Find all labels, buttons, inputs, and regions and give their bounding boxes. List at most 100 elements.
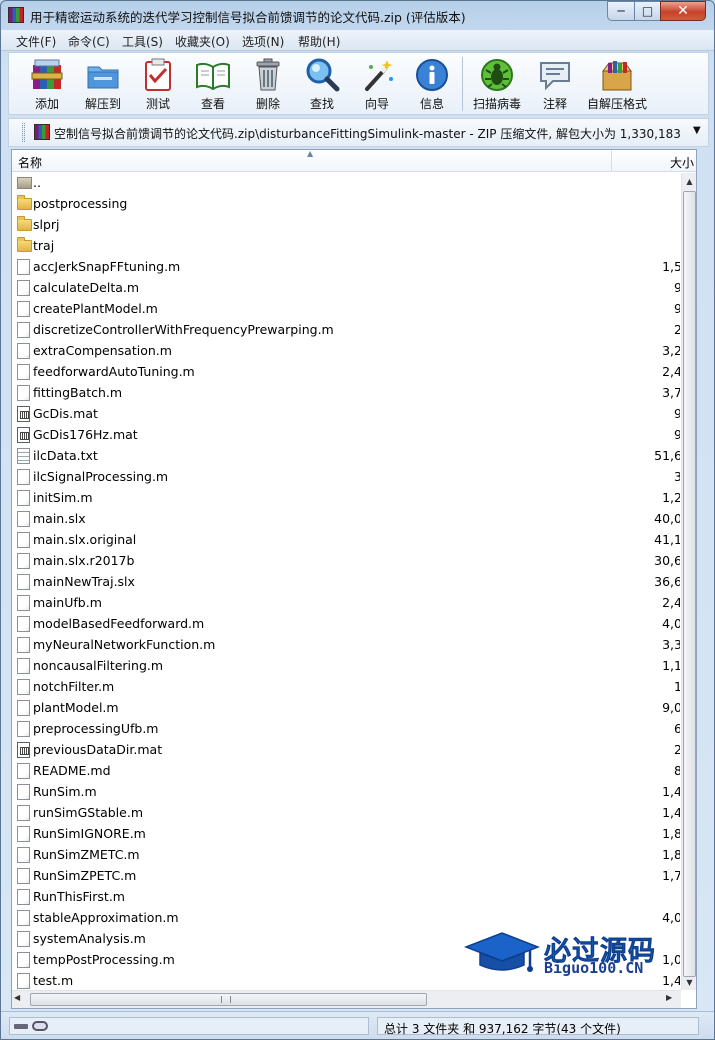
file-row[interactable]: modelBasedFeedforward.m 4,0 [12, 614, 680, 635]
file-row[interactable]: RunSimZMETC.m 1,8 [12, 845, 680, 866]
view-button[interactable]: 查看 [186, 53, 240, 115]
address-bar-grip[interactable] [22, 123, 25, 142]
file-row[interactable]: main.slx.original 41,1 [12, 530, 680, 551]
file-row[interactable]: mainNewTraj.slx 36,6 [12, 572, 680, 593]
file-icon [17, 322, 30, 338]
size-column-header[interactable]: 大小 [613, 150, 696, 171]
winrar-app-icon[interactable] [8, 7, 24, 23]
vertical-scroll-thumb[interactable] [683, 191, 696, 977]
file-row[interactable]: runSimGStable.m 1,4 [12, 803, 680, 824]
horizontal-scroll-thumb[interactable] [30, 993, 427, 1006]
file-row[interactable]: preprocessingUfb.m 6 [12, 719, 680, 740]
file-name: main.slx.r2017b [33, 553, 135, 568]
file-row[interactable]: fittingBatch.m 3,7 [12, 383, 680, 404]
key-icon[interactable] [32, 1021, 48, 1031]
horizontal-scrollbar[interactable]: ◀ ▶ [12, 990, 681, 1008]
menu-favorites[interactable]: 收藏夹(O) [175, 33, 230, 50]
folder-row[interactable]: traj [12, 236, 680, 257]
file-row[interactable]: extraCompensation.m 3,2 [12, 341, 680, 362]
address-bar[interactable]: 空制信号拟合前馈调节的论文代码.zip\disturbanceFittingSi… [8, 118, 709, 147]
folder-icon [17, 237, 32, 252]
path-dropdown-button[interactable]: ▼ [693, 125, 701, 136]
file-row[interactable]: main.slx.r2017b 30,6 [12, 551, 680, 572]
file-row[interactable]: accJerkSnapFFtuning.m 1,5 [12, 257, 680, 278]
drive-icon[interactable] [14, 1024, 28, 1029]
file-row[interactable]: RunThisFirst.m [12, 887, 680, 908]
sfx-button[interactable]: 自解压格式 [587, 53, 647, 115]
file-row[interactable]: ilcSignalProcessing.m 3 [12, 467, 680, 488]
file-name: notchFilter.m [33, 679, 115, 694]
file-name: mainUfb.m [33, 595, 102, 610]
menu-options[interactable]: 选项(N) [242, 33, 284, 50]
file-row[interactable]: previousDataDir.mat 2 [12, 740, 680, 761]
file-row[interactable]: notchFilter.m 1 [12, 677, 680, 698]
folder-icon [17, 216, 32, 231]
file-name: myNeuralNetworkFunction.m [33, 637, 216, 652]
scroll-left-button[interactable]: ◀ [14, 993, 20, 1002]
file-name: GcDis176Hz.mat [33, 427, 138, 442]
file-row[interactable]: GcDis.mat 9 [12, 404, 680, 425]
scroll-up-button[interactable]: ▲ [682, 173, 697, 190]
file-icon [17, 973, 30, 989]
file-row[interactable]: GcDis176Hz.mat 9 [12, 425, 680, 446]
info-button[interactable]: 信息 [405, 53, 459, 115]
file-row[interactable]: plantModel.m 9,0 [12, 698, 680, 719]
menu-help[interactable]: 帮助(H) [298, 33, 340, 50]
file-name: main.slx [33, 511, 86, 526]
sfx-icon [602, 61, 632, 91]
close-button[interactable]: ✕ [660, 1, 706, 21]
file-name: RunSimZMETC.m [33, 847, 140, 862]
menu-tools[interactable]: 工具(S) [122, 33, 163, 50]
file-row[interactable]: noncausalFiltering.m 1,1 [12, 656, 680, 677]
archive-path[interactable]: 空制信号拟合前馈调节的论文代码.zip\disturbanceFittingSi… [54, 125, 684, 142]
file-list[interactable]: 名称 ▲ 大小 .. postprocessing slprj traj accJerk… [11, 149, 697, 1009]
name-column-label: 名称 [18, 156, 43, 170]
file-row[interactable]: createPlantModel.m 9 [12, 299, 680, 320]
file-row[interactable]: calculateDelta.m 9 [12, 278, 680, 299]
folder-row[interactable]: postprocessing [12, 194, 680, 215]
file-row[interactable]: stableApproximation.m 4,0 [12, 908, 680, 929]
sfx-label: 自解压格式 [586, 97, 647, 111]
add-button[interactable]: 添加 [20, 53, 74, 115]
test-button[interactable]: 测试 [131, 53, 185, 115]
title-bar[interactable]: 用于精密运动系统的迭代学习控制信号拟合前馈调节的论文代码.zip (评估版本) … [1, 1, 714, 29]
vertical-scrollbar[interactable]: ▲ ▼ [681, 173, 696, 990]
scroll-down-button[interactable]: ▼ [682, 975, 697, 990]
file-size: 3,3 [662, 637, 680, 652]
menu-command[interactable]: 命令(C) [68, 33, 110, 50]
minimize-button[interactable]: ─ [607, 1, 635, 21]
file-row[interactable]: main.slx 40,0 [12, 509, 680, 530]
file-row[interactable]: feedforwardAutoTuning.m 2,4 [12, 362, 680, 383]
file-row[interactable]: myNeuralNetworkFunction.m 3,3 [12, 635, 680, 656]
maximize-button[interactable]: □ [634, 1, 661, 21]
folder-row[interactable]: slprj [12, 215, 680, 236]
find-button[interactable]: 查找 [295, 53, 349, 115]
extract-to-button[interactable]: 解压到 [76, 53, 130, 115]
file-icon [17, 616, 30, 632]
file-name: .. [33, 175, 41, 190]
file-row[interactable]: RunSimIGNORE.m 1,8 [12, 824, 680, 845]
status-right-panel: 总计 3 文件夹 和 937,162 字节(43 个文件) [377, 1017, 699, 1036]
virus-scan-button[interactable]: 扫描病毒 [470, 53, 524, 115]
menu-file[interactable]: 文件(F) [16, 33, 56, 50]
file-icon [17, 931, 30, 947]
file-name: createPlantModel.m [33, 301, 158, 316]
file-size: 40,0 [654, 511, 680, 526]
parent-folder-row[interactable]: .. [12, 173, 680, 194]
file-row[interactable]: RunSim.m 1,4 [12, 782, 680, 803]
file-row[interactable]: README.md 8 [12, 761, 680, 782]
delete-button[interactable]: 删除 [241, 53, 295, 115]
file-row[interactable]: mainUfb.m 2,4 [12, 593, 680, 614]
file-name: preprocessingUfb.m [33, 721, 159, 736]
name-column-header[interactable]: 名称 ▲ [12, 149, 612, 171]
file-name: ilcSignalProcessing.m [33, 469, 169, 484]
file-name: systemAnalysis.m [33, 931, 146, 946]
scroll-right-button[interactable]: ▶ [666, 993, 672, 1002]
wizard-button[interactable]: 向导 [350, 53, 404, 115]
file-row[interactable]: discretizeControllerWithFrequencyPrewarp… [12, 320, 680, 341]
file-row[interactable]: RunSimZPETC.m 1,7 [12, 866, 680, 887]
file-row[interactable]: initSim.m 1,2 [12, 488, 680, 509]
comment-button[interactable]: 注释 [528, 53, 582, 115]
file-row[interactable]: ilcData.txt 51,6 [12, 446, 680, 467]
file-name: postprocessing [33, 196, 128, 211]
